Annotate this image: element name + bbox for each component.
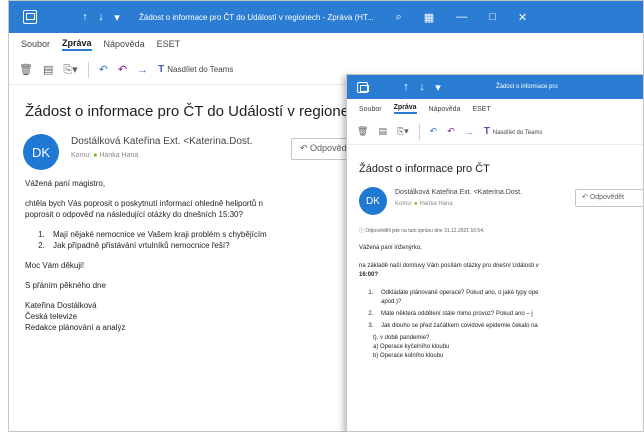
- question-list: Odkládáte plánované operace? Pokud ano, …: [375, 289, 643, 331]
- delete-icon[interactable]: 🗑: [19, 63, 33, 76]
- share-to-teams-label: Nasdílet do Teams: [167, 65, 234, 74]
- sender-header: DK Dostálková Kateřina Ext. <Katerina.Do…: [347, 185, 643, 225]
- minimize-icon[interactable]: —: [456, 11, 467, 23]
- presence-icon: ●: [93, 152, 98, 159]
- reply-label: Odpovědět: [589, 194, 625, 201]
- menu-eset[interactable]: ESET: [472, 106, 490, 113]
- title-bar: ↑ ↓ ▾ Žádost o informace pro: [347, 75, 643, 99]
- sub-item: b) Operace kolního kloubu: [373, 353, 444, 359]
- message-subject: Žádost o informace pro ČT: [359, 163, 490, 175]
- recipient-line: Komu: ● Hanka Hana: [71, 152, 138, 159]
- ribbon-toolbar: 🗑 ▤ ⎘▾ ↶ ↶ → T Nasdílet do Teams: [347, 119, 643, 145]
- greeting: Vážená paní inženýrko,: [359, 245, 422, 251]
- replied-info: ⓘ Odpověděli jste na tuto zprávu dne 31.…: [359, 227, 643, 234]
- list-item-continuation: apod.)?: [381, 299, 402, 305]
- move-icon[interactable]: ⎘▾: [63, 63, 77, 77]
- sub-item: t), v době pandemie?: [373, 335, 430, 341]
- forward-icon[interactable]: →: [137, 64, 148, 76]
- reply-icon: ↶: [582, 194, 590, 201]
- menu-bar: Soubor Zpráva Nápověda ESET: [9, 33, 643, 55]
- menu-zprava[interactable]: Zpráva: [62, 38, 92, 51]
- reply-icon[interactable]: ↶: [99, 63, 108, 76]
- window-title: Žádost o informace pro ČT do Událostí v …: [139, 12, 374, 22]
- maximize-icon[interactable]: □: [489, 11, 496, 23]
- dropdown-icon[interactable]: ▾: [430, 81, 446, 94]
- search-icon[interactable]: ⌕: [396, 11, 402, 24]
- menu-napoveda[interactable]: Nápověda: [429, 106, 461, 113]
- menu-soubor[interactable]: Soubor: [359, 106, 382, 113]
- reply-icon[interactable]: ↶: [430, 126, 438, 137]
- list-item: Máte některá oddělení stále mimo provoz?…: [375, 310, 643, 319]
- toolbar-divider: [87, 61, 89, 78]
- presence-icon: ●: [414, 201, 418, 207]
- up-arrow-icon[interactable]: ↑: [398, 81, 414, 93]
- to-label: Komu:: [71, 152, 92, 159]
- ribbon-display-icon[interactable]: ▦: [424, 11, 434, 24]
- menu-zprava[interactable]: Zpráva: [393, 104, 417, 114]
- menu-soubor[interactable]: Soubor: [21, 39, 50, 49]
- share-to-teams-button[interactable]: T Nasdílet do Teams: [158, 64, 233, 75]
- menu-napoveda[interactable]: Nápověda: [104, 39, 145, 49]
- archive-icon[interactable]: ▤: [378, 126, 387, 137]
- message-pane: Žádost o informace pro ČT DK Dostálková …: [347, 145, 643, 431]
- list-item-text: Odkládáte plánované operace? Pokud ano, …: [381, 290, 539, 296]
- teams-icon: T: [158, 64, 165, 75]
- archive-icon[interactable]: ▤: [43, 63, 53, 76]
- teams-icon: T: [483, 126, 490, 137]
- dropdown-icon[interactable]: ▾: [109, 11, 125, 24]
- toolbar-divider: [418, 123, 420, 140]
- recipient-name[interactable]: Hanka Hana: [99, 152, 138, 159]
- share-to-teams-label: Nasdílet do Teams: [492, 130, 543, 136]
- reply-button[interactable]: ↶ Odpovědět: [575, 189, 643, 207]
- close-icon[interactable]: ✕: [518, 11, 527, 24]
- menu-bar: Soubor Zpráva Nápověda ESET: [347, 99, 643, 119]
- avatar[interactable]: DK: [359, 187, 387, 215]
- up-arrow-icon[interactable]: ↑: [77, 11, 93, 23]
- recipient-name[interactable]: Hanka Hana: [419, 201, 452, 207]
- list-item: Odkládáte plánované operace? Pokud ano, …: [375, 289, 643, 307]
- down-arrow-icon[interactable]: ↓: [414, 81, 430, 93]
- window-title: Žádost o informace pro: [496, 84, 558, 90]
- sender-name[interactable]: Dostálková Kateřina Ext. <Katerina.Dost.: [395, 189, 522, 196]
- background-window-edge: [0, 290, 8, 432]
- reply-all-icon[interactable]: ↶: [118, 63, 127, 76]
- reply-icon: ↶: [300, 143, 311, 153]
- deadline-time: 16:00?: [359, 272, 379, 278]
- to-label: Komu:: [395, 201, 413, 207]
- list-item: Jak dlouho se před začátkem covidové epi…: [375, 322, 643, 331]
- recipient-line: Komu: ● Hanka Hana: [395, 201, 453, 207]
- sub-item: a) Operace kyčelního kloubu: [373, 344, 450, 350]
- delete-icon[interactable]: 🗑: [357, 126, 368, 137]
- title-bar: ↑ ↓ ▾ Žádost o informace pro ČT do Událo…: [9, 1, 643, 33]
- save-icon[interactable]: [23, 10, 37, 24]
- body-paragraph: na základě naší domluvy Vám posílám otáz…: [359, 263, 539, 269]
- down-arrow-icon[interactable]: ↓: [93, 11, 109, 23]
- avatar[interactable]: DK: [23, 134, 59, 170]
- share-to-teams-button[interactable]: T Nasdílet do Teams: [484, 126, 543, 137]
- save-icon[interactable]: [357, 81, 369, 93]
- sender-name[interactable]: Dostálková Kateřina Ext. <Katerina.Dost.: [71, 136, 252, 147]
- replied-info-text: Odpověděli jste na tuto zprávu dne 31.12…: [365, 228, 485, 234]
- message-body: Vážená paní inženýrko, na základě naší d…: [359, 244, 643, 361]
- menu-eset[interactable]: ESET: [157, 39, 181, 49]
- reply-all-icon[interactable]: ↶: [447, 126, 455, 137]
- move-icon[interactable]: ⎘▾: [397, 126, 409, 137]
- forward-icon[interactable]: →: [465, 127, 474, 137]
- email-window-front: ↑ ↓ ▾ Žádost o informace pro Soubor Zprá…: [346, 74, 644, 432]
